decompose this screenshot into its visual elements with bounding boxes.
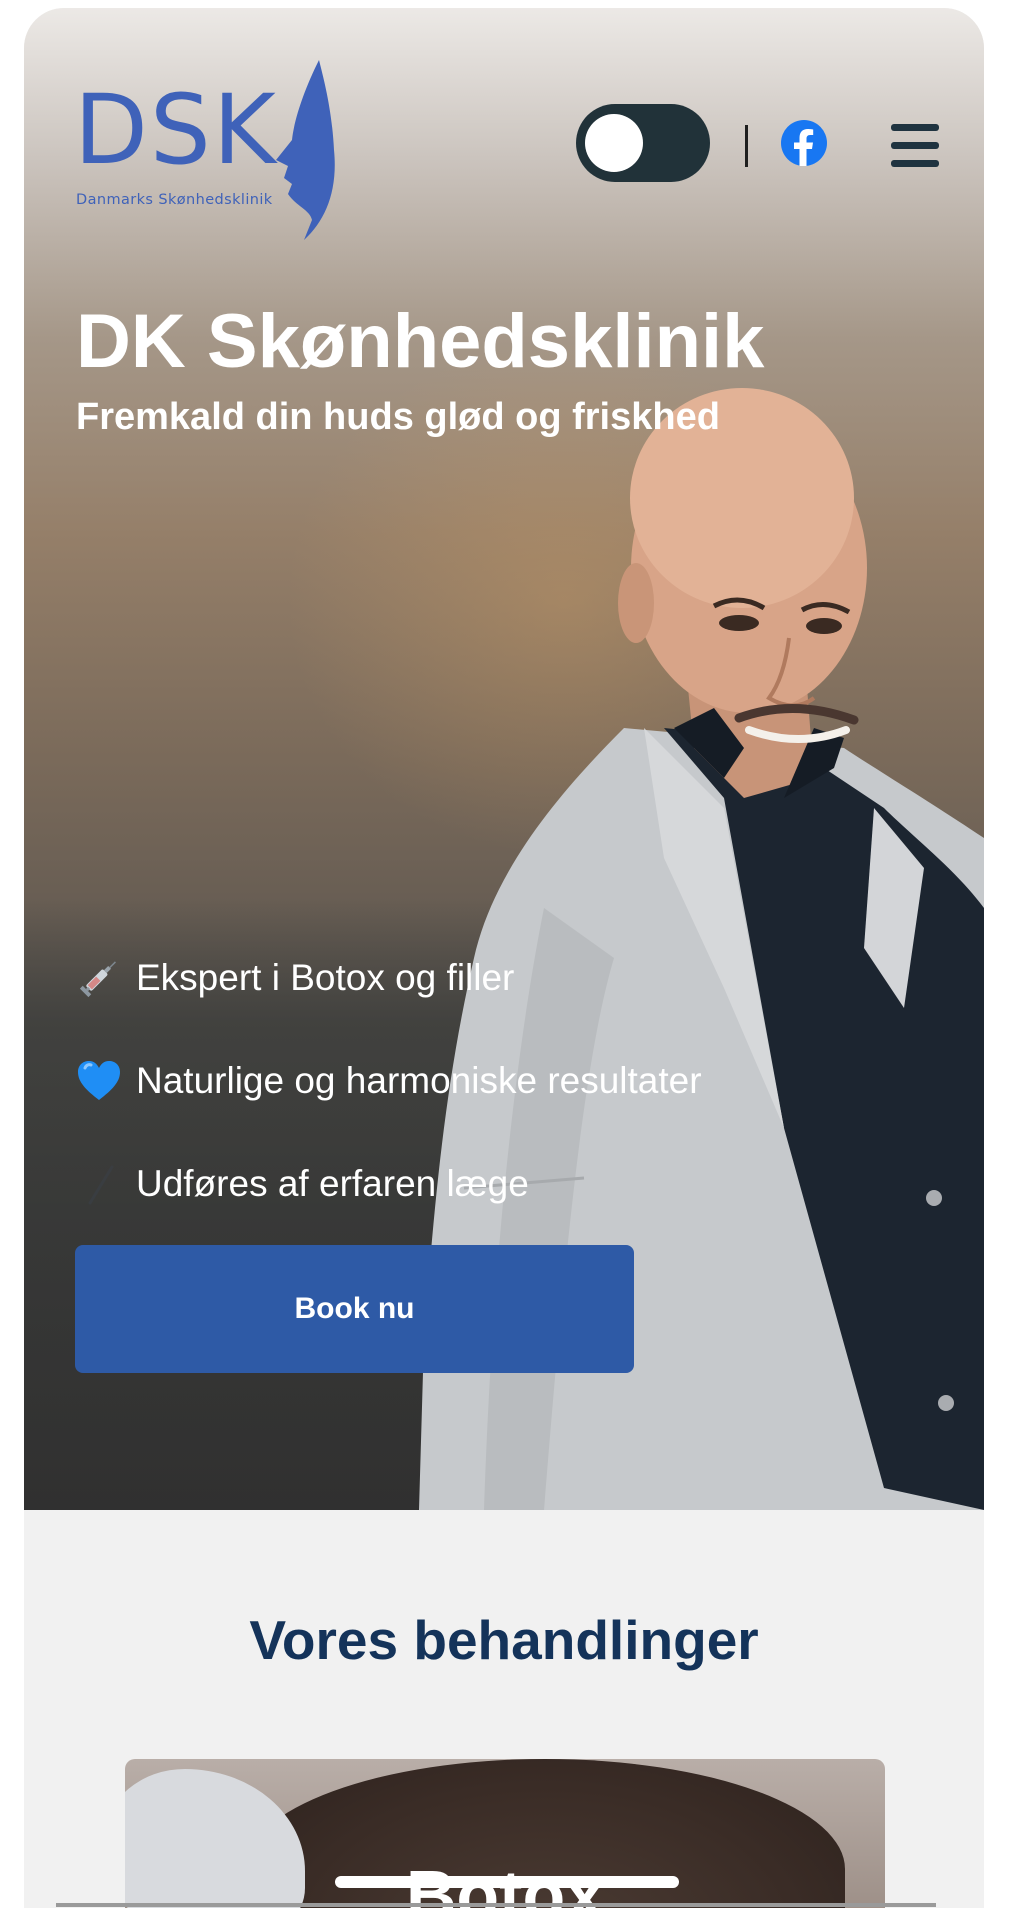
book-now-button[interactable]: Book nu [75, 1245, 634, 1373]
hero-title: DK Skønhedsklinik [76, 299, 765, 384]
logo-face-silhouette-icon [276, 60, 335, 240]
blue-heart-icon [78, 1061, 120, 1100]
hero-subtitle: Fremkald din huds glød og friskhed [76, 396, 720, 438]
logo-text: DSK [74, 74, 278, 186]
syringe-icon [79, 961, 116, 998]
feature-text: Ekspert i Botox og filler [136, 957, 515, 998]
hamburger-menu-icon[interactable] [891, 124, 939, 168]
menu-bar [891, 124, 939, 131]
phone-screen: DSK Danmarks Skønhedsklinik DK Skønhedsk… [24, 8, 984, 1908]
menu-bar [891, 142, 939, 149]
feature-text: Udføres af erfaren læge [136, 1163, 529, 1204]
feature-item: Udføres af erfaren læge [76, 1159, 529, 1209]
header-divider [745, 125, 748, 167]
check-icon [88, 1165, 114, 1205]
hero-section: DSK Danmarks Skønhedsklinik DK Skønhedsk… [24, 8, 984, 1510]
feature-item: Ekspert i Botox og filler [76, 953, 514, 1003]
logo-subtitle: Danmarks Skønhedsklinik [76, 192, 273, 208]
menu-bar [891, 160, 939, 167]
toggle-knob [585, 114, 643, 172]
home-indicator[interactable] [335, 1876, 679, 1888]
site-logo[interactable]: DSK Danmarks Skønhedsklinik [74, 60, 374, 240]
feature-item: Naturlige og harmoniske resultater [76, 1056, 702, 1106]
facebook-icon[interactable] [781, 120, 827, 166]
feature-text: Naturlige og harmoniske resultater [136, 1060, 702, 1101]
bottom-edge-line [56, 1903, 936, 1907]
dark-mode-toggle[interactable] [576, 104, 710, 182]
treatments-heading: Vores behandlinger [249, 1609, 759, 1671]
